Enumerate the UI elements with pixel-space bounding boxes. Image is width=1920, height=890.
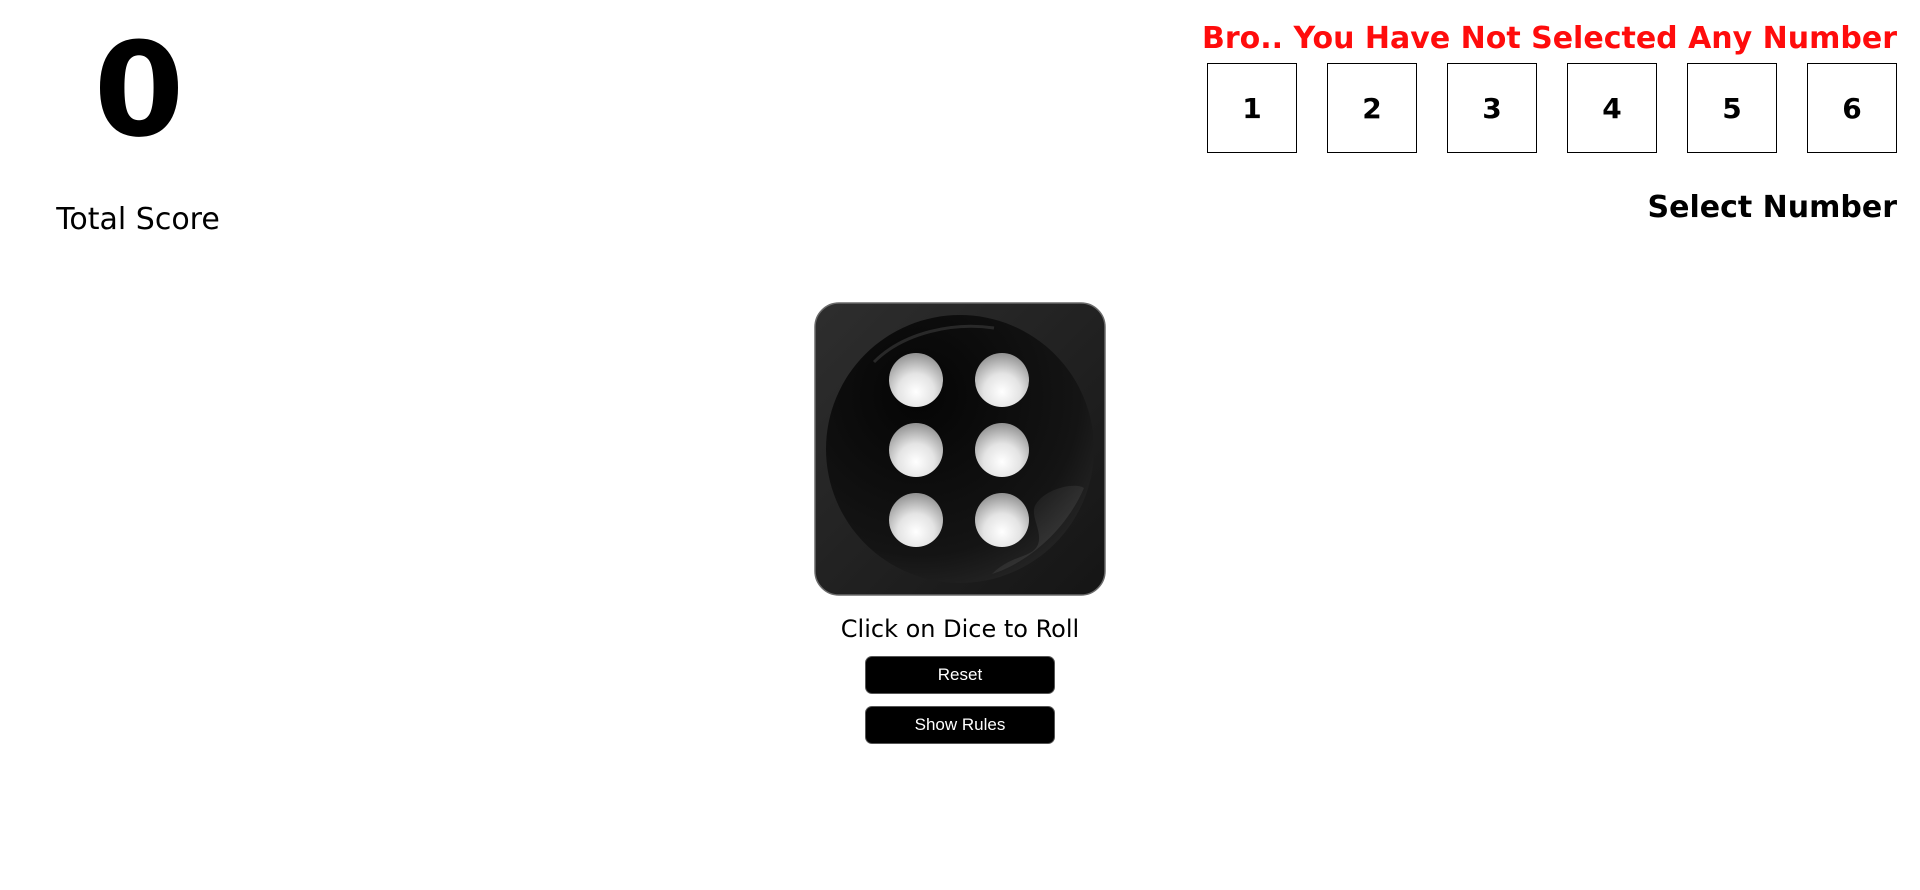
total-score-value: 0 <box>93 14 184 166</box>
dice-six-icon[interactable] <box>814 302 1106 596</box>
select-number-label: Select Number <box>1647 190 1898 225</box>
number-box-3[interactable]: 3 <box>1447 63 1537 153</box>
number-box-1[interactable]: 1 <box>1207 63 1297 153</box>
roll-instruction: Click on Dice to Roll <box>840 615 1080 643</box>
show-rules-button[interactable]: Show Rules <box>865 706 1055 744</box>
score-panel: 0 Total Score <box>50 20 226 240</box>
number-box-4[interactable]: 4 <box>1567 63 1657 153</box>
dice-game-page: 0 Total Score Bro.. You Have Not Selecte… <box>0 0 1920 890</box>
number-selector: 1 2 3 4 5 6 <box>1207 63 1897 153</box>
total-score-label: Total Score <box>56 202 220 237</box>
reset-button[interactable]: Reset <box>865 656 1055 694</box>
number-box-6[interactable]: 6 <box>1807 63 1897 153</box>
error-message: Bro.. You Have Not Selected Any Number <box>1202 21 1897 56</box>
dice-area: Click on Dice to Roll Reset Show Rules <box>0 302 1920 744</box>
number-box-5[interactable]: 5 <box>1687 63 1777 153</box>
number-box-2[interactable]: 2 <box>1327 63 1417 153</box>
